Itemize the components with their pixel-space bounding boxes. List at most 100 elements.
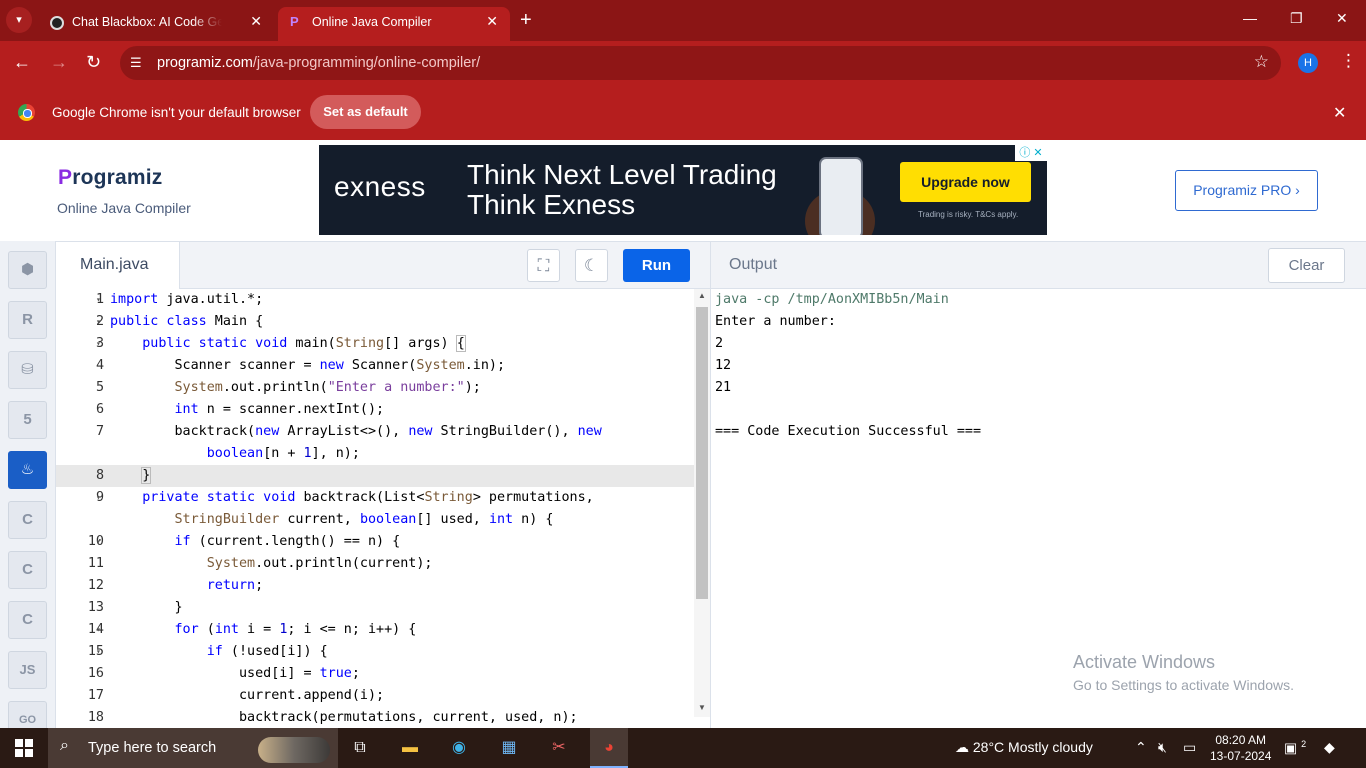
code-line: 16 used[i] = true; xyxy=(87,666,360,681)
windows-start-icon[interactable] xyxy=(15,739,33,757)
url-text: programiz.com/java-programming/online-co… xyxy=(157,55,481,71)
snipping-tool-icon[interactable]: ✂ xyxy=(547,736,571,760)
taskbar-search-box[interactable]: ⌕ Type here to search xyxy=(48,728,338,768)
code-line: 1 ▾ import java.util.*; xyxy=(95,292,264,307)
address-bar[interactable]: ☰ programiz.com/java-programming/online-… xyxy=(120,46,1281,80)
go-icon[interactable]: GO xyxy=(8,701,47,728)
reload-icon[interactable]: ↻ xyxy=(86,52,101,73)
back-arrow-icon[interactable]: ← xyxy=(13,52,31,73)
output-line: 12 xyxy=(715,358,732,373)
chrome-menu-icon[interactable]: ⋮ xyxy=(1340,51,1357,71)
output-line: 2 xyxy=(715,336,724,351)
cpp-icon[interactable]: C xyxy=(8,551,47,589)
code-line: 7 backtrack(new ArrayList<>(), new Strin… xyxy=(95,424,602,439)
edge-icon[interactable]: ◉ xyxy=(447,736,471,760)
run-button[interactable]: Run xyxy=(623,249,690,282)
python-icon[interactable]: ⬢ xyxy=(8,251,47,289)
output-title: Output xyxy=(729,256,778,273)
profile-avatar[interactable]: H xyxy=(1298,53,1318,73)
weather-widget[interactable]: ☁ 28°C Mostly cloudy xyxy=(955,739,1093,756)
default-browser-infobar: Google Chrome isn't your default browser… xyxy=(0,85,1366,140)
close-infobar-icon[interactable]: ✕ xyxy=(1333,103,1346,123)
file-explorer-icon[interactable]: ▬ xyxy=(398,736,422,760)
code-line: 17 current.append(i); xyxy=(87,688,385,703)
exness-ad-banner[interactable]: exness Think Next Level Trading Think Ex… xyxy=(319,145,1047,235)
code-line: 6 int n = scanner.nextInt(); xyxy=(95,402,385,417)
windows-taskbar: ⌕ Type here to search ⧉ ▬ ◉ ▦ ✂ ◕ ☁ 28°C… xyxy=(0,728,1366,768)
new-tab-icon[interactable]: + xyxy=(520,9,532,32)
code-line: 15 ▾ if (!used[i]) { xyxy=(87,644,328,659)
dark-mode-moon-icon[interactable]: ☾ xyxy=(575,249,608,282)
volume-icon[interactable]: 🔇︎ xyxy=(1158,739,1167,756)
c-icon[interactable]: C xyxy=(8,501,47,539)
clear-button[interactable]: Clear xyxy=(1268,248,1345,283)
code-line: 14 ▾ for (int i = 1; i <= n; i++) { xyxy=(87,622,417,637)
code-line: 10 ▾ if (current.length() == n) { xyxy=(87,534,401,549)
forward-arrow-icon[interactable]: → xyxy=(50,52,68,73)
microsoft-store-icon[interactable]: ▦ xyxy=(497,736,521,760)
programiz-pro-button[interactable]: Programiz PRO › xyxy=(1175,170,1318,211)
bookmark-star-icon[interactable]: ☆ xyxy=(1254,52,1269,72)
close-window-icon[interactable]: ✕ xyxy=(1336,10,1348,27)
scroll-down-icon[interactable]: ▼ xyxy=(698,703,706,712)
tab-strip: ▾ Chat Blackbox: AI Code Generat ✕ P Onl… xyxy=(0,0,1366,41)
code-line: 5 System.out.println("Enter a number:"); xyxy=(95,380,481,395)
chrome-taskbar-icon[interactable]: ◕ xyxy=(597,736,621,760)
scrollbar-thumb[interactable] xyxy=(696,307,708,599)
battery-icon[interactable]: ▭ xyxy=(1183,739,1196,756)
weather-cloud-icon: ☁ xyxy=(955,739,969,755)
page-subtitle: Online Java Compiler xyxy=(57,200,191,216)
js-icon[interactable]: JS xyxy=(8,651,47,689)
chrome-logo-icon xyxy=(18,104,35,121)
browser-toolbar: ← → ↻ ☰ programiz.com/java-programming/o… xyxy=(0,41,1366,85)
restore-icon[interactable]: ❐ xyxy=(1290,10,1303,27)
r-icon[interactable]: R xyxy=(8,301,47,339)
code-line: 18 backtrack(permutations, current, used… xyxy=(87,710,578,725)
activate-windows-watermark: Activate Windows Go to Settings to activ… xyxy=(1073,652,1294,693)
copilot-icon[interactable]: ◆ xyxy=(1324,739,1335,756)
csharp-icon[interactable]: C xyxy=(8,601,47,639)
code-line: 2 ▾ public class Main { xyxy=(95,314,264,329)
ad-choices-close-icon[interactable]: ⓘ ✕ xyxy=(1015,145,1047,161)
fullscreen-icon[interactable]: ⛶ xyxy=(527,249,560,282)
editor-header: Main.java ⛶ ☾ Run xyxy=(56,241,710,289)
notification-center-icon[interactable]: ▣ 2 xyxy=(1284,739,1306,757)
close-tab-icon[interactable]: ✕ xyxy=(250,13,262,30)
tab-blackbox[interactable]: Chat Blackbox: AI Code Generat ✕ xyxy=(38,7,274,41)
minimize-icon[interactable]: — xyxy=(1243,10,1257,26)
ad-disclaimer: Trading is risky. T&Cs apply. xyxy=(918,210,1019,219)
blackbox-favicon-icon xyxy=(50,16,64,30)
search-highlight-image xyxy=(258,737,330,763)
ad-upgrade-button[interactable]: Upgrade now xyxy=(900,162,1031,202)
code-line: 3 ▾ public static void main(String[] args… xyxy=(95,335,466,352)
code-line-current: 8 } xyxy=(56,465,694,487)
database-icon[interactable]: ⛁ xyxy=(8,351,47,389)
task-view-icon[interactable]: ⧉ xyxy=(348,736,372,760)
output-line: Enter a number: xyxy=(715,314,836,329)
file-tab-main-java[interactable]: Main.java xyxy=(56,242,180,289)
infobar-message: Google Chrome isn't your default browser xyxy=(52,105,301,120)
code-editor[interactable]: 1 ▾ import java.util.*; 2 ▾ public class Mai… xyxy=(56,289,694,728)
site-info-icon[interactable]: ☰ xyxy=(130,55,142,71)
output-line: 21 xyxy=(715,380,732,395)
programiz-logo[interactable]: Programiz xyxy=(58,166,163,190)
code-line: 4 Scanner scanner = new Scanner(System.i… xyxy=(95,358,506,373)
java-icon[interactable]: ♨ xyxy=(8,451,47,489)
code-line: 12 return; xyxy=(87,578,264,593)
tray-chevron-icon[interactable]: ⌃ xyxy=(1135,739,1147,756)
tab-online-java-compiler[interactable]: P Online Java Compiler ✕ xyxy=(278,7,510,41)
tab-search-chevron-icon[interactable]: ▾ xyxy=(6,7,32,33)
scroll-up-icon[interactable]: ▲ xyxy=(698,291,706,300)
set-as-default-button[interactable]: Set as default xyxy=(310,95,421,129)
ad-brand: exness xyxy=(334,171,426,202)
pane-divider[interactable] xyxy=(710,241,711,728)
taskbar-clock[interactable]: 08:20 AM 13-07-2024 xyxy=(1210,732,1271,764)
tab-title: Chat Blackbox: AI Code Generat xyxy=(72,15,222,29)
html5-icon[interactable]: 5 xyxy=(8,401,47,439)
code-line: StringBuilder current, boolean[] used, i… xyxy=(174,512,554,527)
code-line: 11 System.out.println(current); xyxy=(87,556,433,571)
close-tab-icon[interactable]: ✕ xyxy=(486,13,498,30)
programiz-favicon-icon: P xyxy=(290,14,299,29)
search-placeholder: Type here to search xyxy=(88,740,217,756)
editor-scrollbar[interactable]: ▲ ▼ xyxy=(694,289,710,717)
